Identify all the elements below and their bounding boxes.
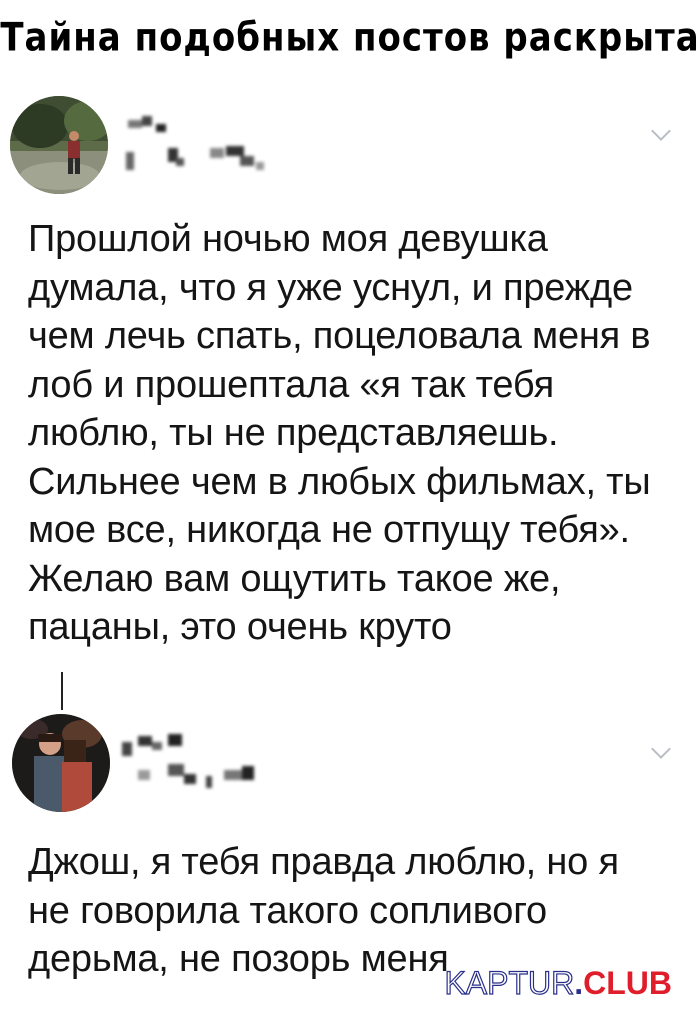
- watermark-logo: KAPTUR.CLUB: [444, 964, 672, 1001]
- avatar[interactable]: [12, 714, 110, 812]
- chevron-down-icon[interactable]: [651, 739, 671, 759]
- tweet-text: Джош, я тебя правда люблю, но я не говор…: [28, 841, 619, 980]
- chevron-down-icon[interactable]: [651, 121, 671, 141]
- username-redacted: [126, 116, 264, 170]
- page-title: Тайна подобных постов раскрыта: [0, 15, 700, 61]
- tweet-text: Прошлой ночью моя девушка думала, что я …: [28, 218, 651, 648]
- username-redacted: [122, 734, 254, 788]
- avatar[interactable]: [10, 96, 108, 194]
- thread-connector: [61, 672, 63, 710]
